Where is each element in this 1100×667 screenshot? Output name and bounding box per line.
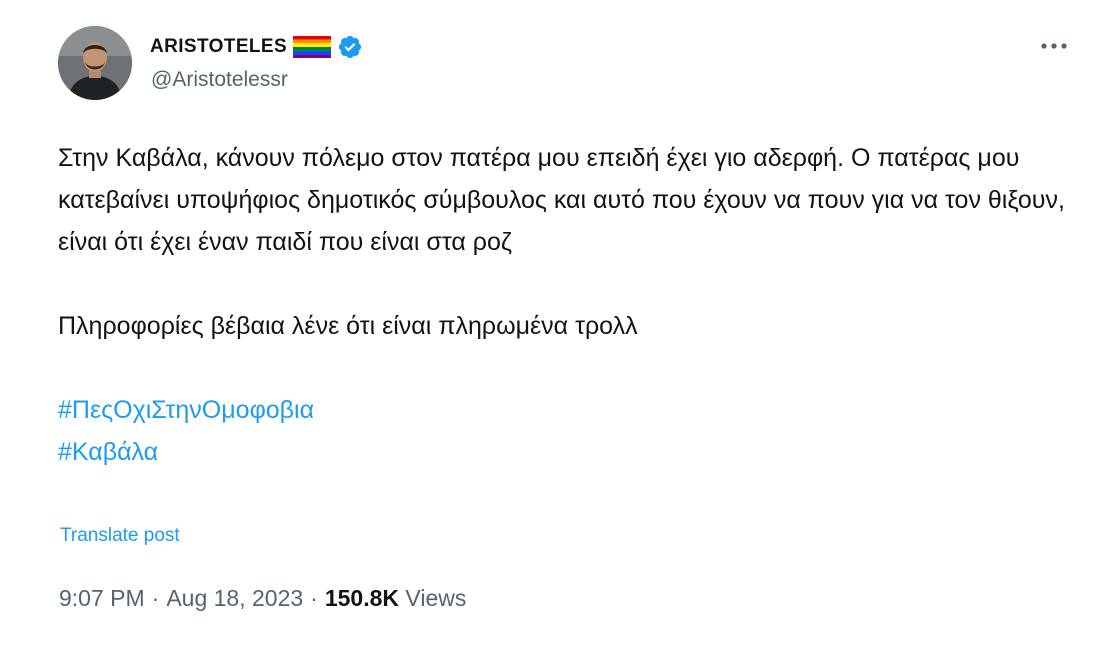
more-options-button[interactable] (1034, 34, 1074, 58)
tweet-date[interactable]: Aug 18, 2023 (166, 585, 303, 612)
verified-badge-icon (337, 34, 363, 60)
views-label: Views (405, 585, 467, 611)
author-display-name[interactable]: ARISTOTELES (150, 36, 287, 58)
tweet-meta: 9:07 PM · Aug 18, 2023 · 150.8K Views (59, 585, 466, 612)
tweet-card: ARISTOTELES @Aristotelessr Στην Καβάλα, … (0, 0, 1100, 667)
tweet-paragraph: Πληροφορίες βέβαια λένε ότι είναι πληρωμ… (58, 312, 638, 340)
author-handle[interactable]: @Aristotelessr (151, 68, 288, 92)
meta-separator: · (151, 585, 160, 611)
tweet-paragraph: Στην Καβάλα, κάνουν πόλεμο στον πατέρα μ… (58, 144, 1065, 256)
meta-separator: · (310, 585, 318, 611)
rainbow-flag-icon (293, 36, 332, 58)
tweet-body: Στην Καβάλα, κάνουν πόλεμο στον πατέρα μ… (58, 137, 1078, 473)
more-options-icon (1041, 43, 1067, 49)
tweet-time[interactable]: 9:07 PM (59, 585, 145, 612)
translate-post-link[interactable]: Translate post (60, 525, 180, 547)
author-name-row[interactable]: ARISTOTELES (150, 33, 363, 61)
hashtag-link[interactable]: #Καβάλα (58, 431, 158, 473)
avatar[interactable] (58, 26, 132, 100)
hashtag-link[interactable]: #ΠεςΟχιΣτηνΟμοφοβια (58, 389, 314, 431)
views-count: 150.8K (324, 585, 400, 611)
avatar-image (58, 26, 132, 100)
